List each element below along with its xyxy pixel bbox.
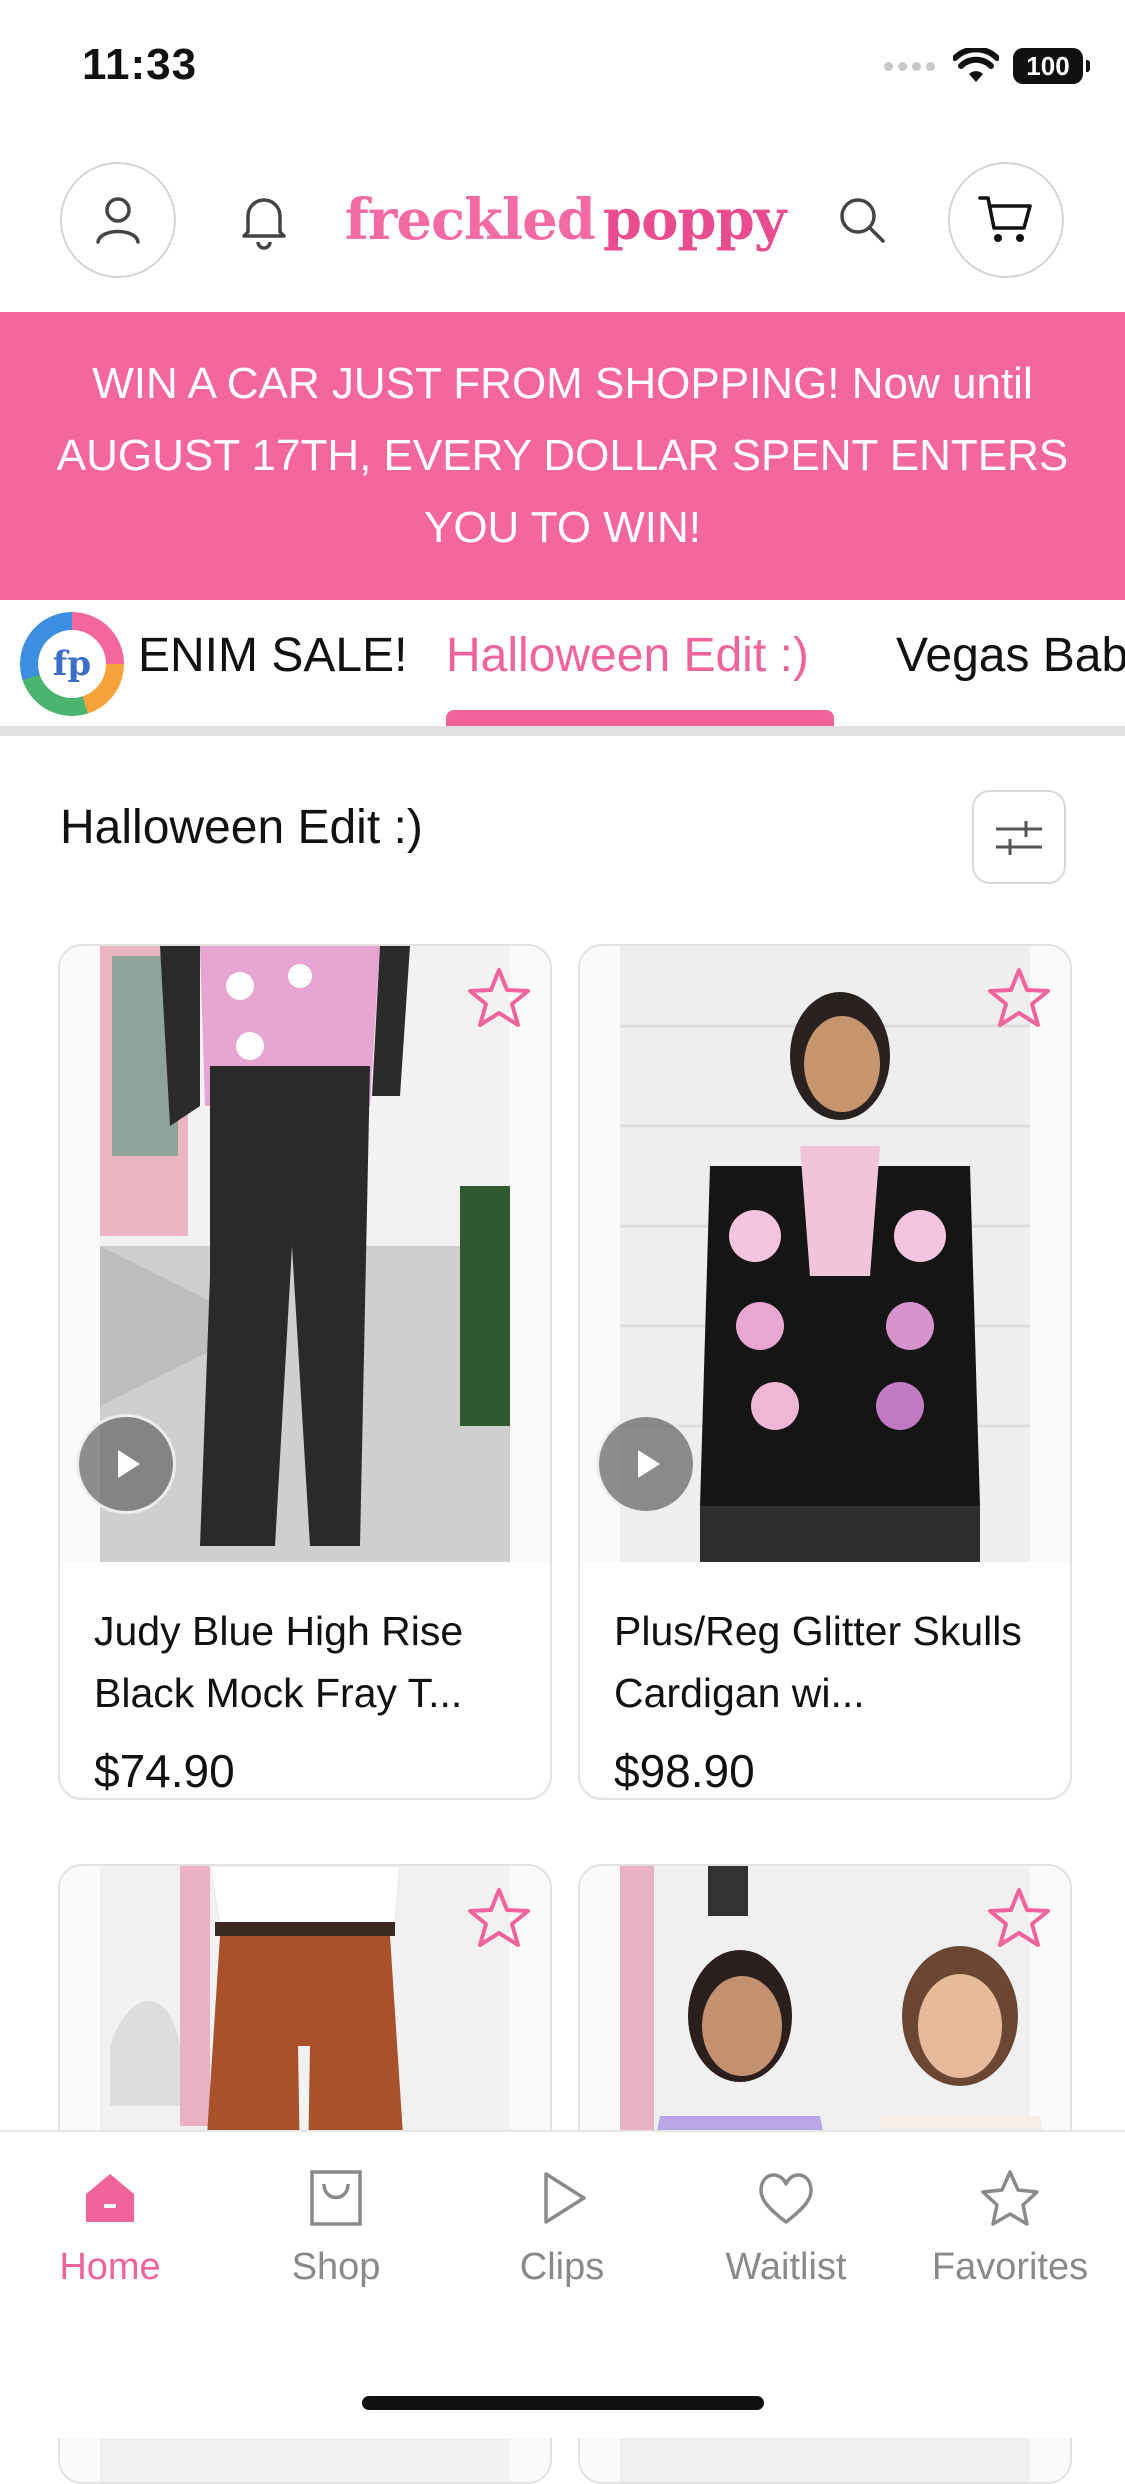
search-icon bbox=[840, 198, 885, 243]
tab-denim-sale[interactable]: ENIM SALE! bbox=[138, 628, 407, 683]
bell-icon bbox=[242, 198, 286, 250]
tab-vegas[interactable]: Vegas Bab bbox=[896, 628, 1125, 683]
favorite-star-icon[interactable] bbox=[984, 964, 1054, 1034]
promo-text: WIN A CAR JUST FROM SHOPPING! Now until … bbox=[56, 359, 1069, 552]
favorite-star-icon[interactable] bbox=[464, 964, 534, 1034]
tabbar-label: Shop bbox=[291, 2246, 381, 2288]
brand-avatar-text: fp bbox=[38, 630, 106, 698]
battery-indicator: 100 bbox=[1013, 48, 1090, 84]
brand-avatar[interactable]: fp bbox=[20, 612, 124, 716]
status-bar: 11:33 100 bbox=[0, 0, 1125, 140]
play-video-button[interactable] bbox=[76, 1414, 176, 1514]
wifi-icon bbox=[953, 48, 999, 82]
shopping-bag-icon bbox=[310, 2170, 362, 2226]
favorite-star-icon[interactable] bbox=[984, 1884, 1054, 1954]
tabbar-item-waitlist[interactable]: Waitlist bbox=[686, 2168, 886, 2289]
sliders-icon bbox=[996, 821, 1042, 855]
filter-button[interactable] bbox=[972, 790, 1066, 884]
brand-logo[interactable]: freckled poppy bbox=[345, 180, 787, 260]
cart-button[interactable] bbox=[948, 162, 1064, 278]
app-header: freckled poppy bbox=[0, 150, 1125, 310]
tabbar-label: Home bbox=[59, 2246, 161, 2288]
tabbar-label: Favorites bbox=[931, 2246, 1089, 2288]
cart-icon bbox=[978, 196, 1032, 242]
search-button[interactable] bbox=[822, 180, 902, 260]
play-video-button[interactable] bbox=[596, 1414, 696, 1514]
account-button[interactable] bbox=[60, 162, 176, 278]
tabs-divider bbox=[0, 726, 1125, 736]
tab-halloween-edit[interactable]: Halloween Edit :) bbox=[446, 628, 809, 683]
tabbar-item-favorites[interactable]: Favorites bbox=[910, 2168, 1110, 2289]
status-time: 11:33 bbox=[82, 40, 198, 89]
cellular-signal-icon bbox=[884, 61, 935, 71]
play-icon bbox=[544, 2172, 586, 2224]
user-icon bbox=[96, 197, 140, 244]
section-title: Halloween Edit :) bbox=[60, 801, 423, 854]
star-icon bbox=[981, 2170, 1039, 2226]
product-name: Plus/Reg Glitter Skulls Cardigan wi... bbox=[614, 1608, 1022, 1716]
status-icons: 100 bbox=[884, 48, 1090, 84]
product-price: $74.90 bbox=[94, 1745, 235, 1797]
tabbar-item-shop[interactable]: Shop bbox=[236, 2168, 436, 2289]
product-card[interactable]: Judy Blue High Rise Black Mock Fray T...… bbox=[58, 944, 552, 1800]
favorite-star-icon[interactable] bbox=[464, 1884, 534, 1954]
tabbar-item-clips[interactable]: Clips bbox=[462, 2168, 662, 2289]
product-info: Judy Blue High Rise Black Mock Fray T...… bbox=[60, 1562, 550, 1798]
tabbar-label: Waitlist bbox=[725, 2246, 847, 2288]
home-icon bbox=[86, 2174, 134, 2222]
home-indicator bbox=[362, 2396, 764, 2410]
play-icon bbox=[638, 1450, 660, 1478]
logo-text-poppy: poppy bbox=[602, 187, 786, 253]
active-tab-indicator bbox=[446, 710, 834, 726]
heart-icon bbox=[759, 2173, 813, 2224]
promo-banner[interactable]: WIN A CAR JUST FROM SHOPPING! Now until … bbox=[0, 312, 1125, 600]
bottom-tab-bar: Home Shop Clips Waitlist Favorites bbox=[0, 2130, 1125, 2438]
play-icon bbox=[118, 1450, 140, 1478]
tabbar-item-home[interactable]: Home bbox=[10, 2168, 210, 2289]
product-image[interactable] bbox=[580, 946, 1070, 1562]
notifications-button[interactable] bbox=[224, 180, 304, 260]
product-name: Judy Blue High Rise Black Mock Fray T... bbox=[94, 1608, 464, 1716]
product-info: Plus/Reg Glitter Skulls Cardigan wi... $… bbox=[580, 1562, 1070, 1798]
logo-text-freckled: freckled bbox=[344, 187, 596, 253]
tabbar-label: Clips bbox=[519, 2246, 605, 2288]
product-card[interactable]: Plus/Reg Glitter Skulls Cardigan wi... $… bbox=[578, 944, 1072, 1800]
product-image[interactable] bbox=[60, 946, 550, 1562]
category-tabs: ENIM SALE! Halloween Edit :) Vegas Bab f… bbox=[0, 600, 1125, 738]
product-price: $98.90 bbox=[614, 1745, 755, 1797]
